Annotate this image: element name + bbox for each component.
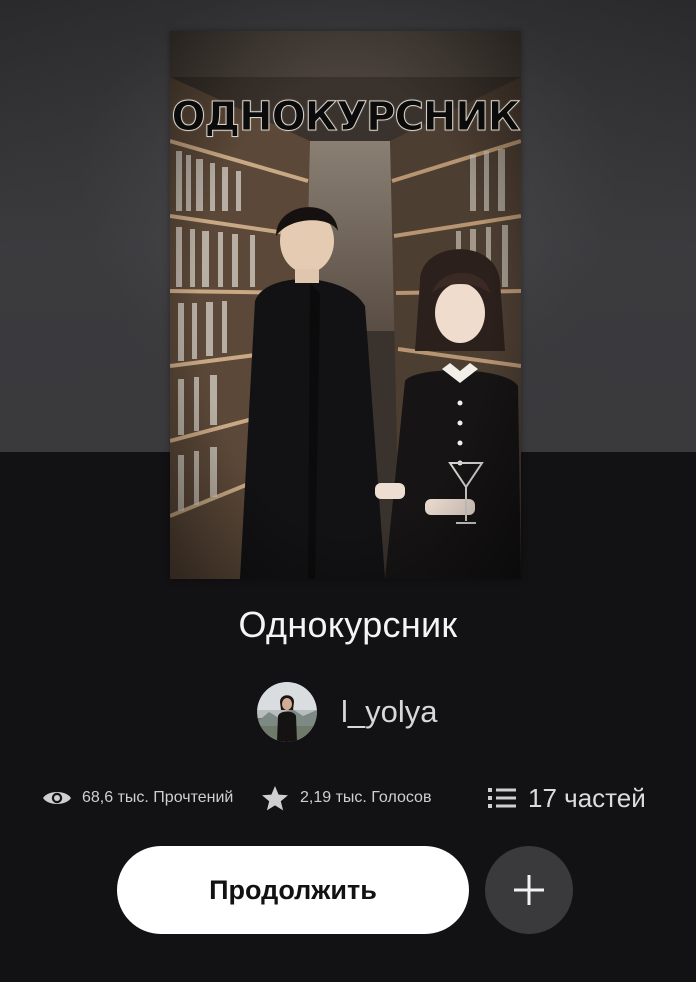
parts-count: 17 частей <box>528 782 646 813</box>
author-name[interactable]: l_yolya <box>341 694 438 730</box>
story-stats: 68,6 тыс. Прочтений 2,19 тыс. Голосов 17… <box>42 780 662 816</box>
plus-icon <box>514 875 544 905</box>
parts-stat: 17 частей <box>488 780 646 816</box>
reads-stat: 68,6 тыс. Прочтений <box>42 780 233 816</box>
star-icon <box>262 785 288 810</box>
author-row[interactable]: l_yolya <box>257 682 438 742</box>
votes-count: 2,19 тыс. Голосов <box>300 789 432 806</box>
eye-icon <box>43 792 71 804</box>
votes-stat: 2,19 тыс. Голосов <box>261 780 431 816</box>
reads-count: 68,6 тыс. Прочтений <box>82 789 234 806</box>
book-title: Однокурсник <box>238 604 458 645</box>
author-avatar[interactable] <box>257 682 317 742</box>
continue-reading-button[interactable]: Продолжить <box>117 846 469 934</box>
book-cover-image[interactable]: ОДНОКУРСНИК <box>170 31 521 579</box>
list-icon <box>488 788 516 808</box>
add-to-library-button[interactable] <box>485 846 573 934</box>
cover-title-text: ОДНОКУРСНИК <box>171 94 521 140</box>
